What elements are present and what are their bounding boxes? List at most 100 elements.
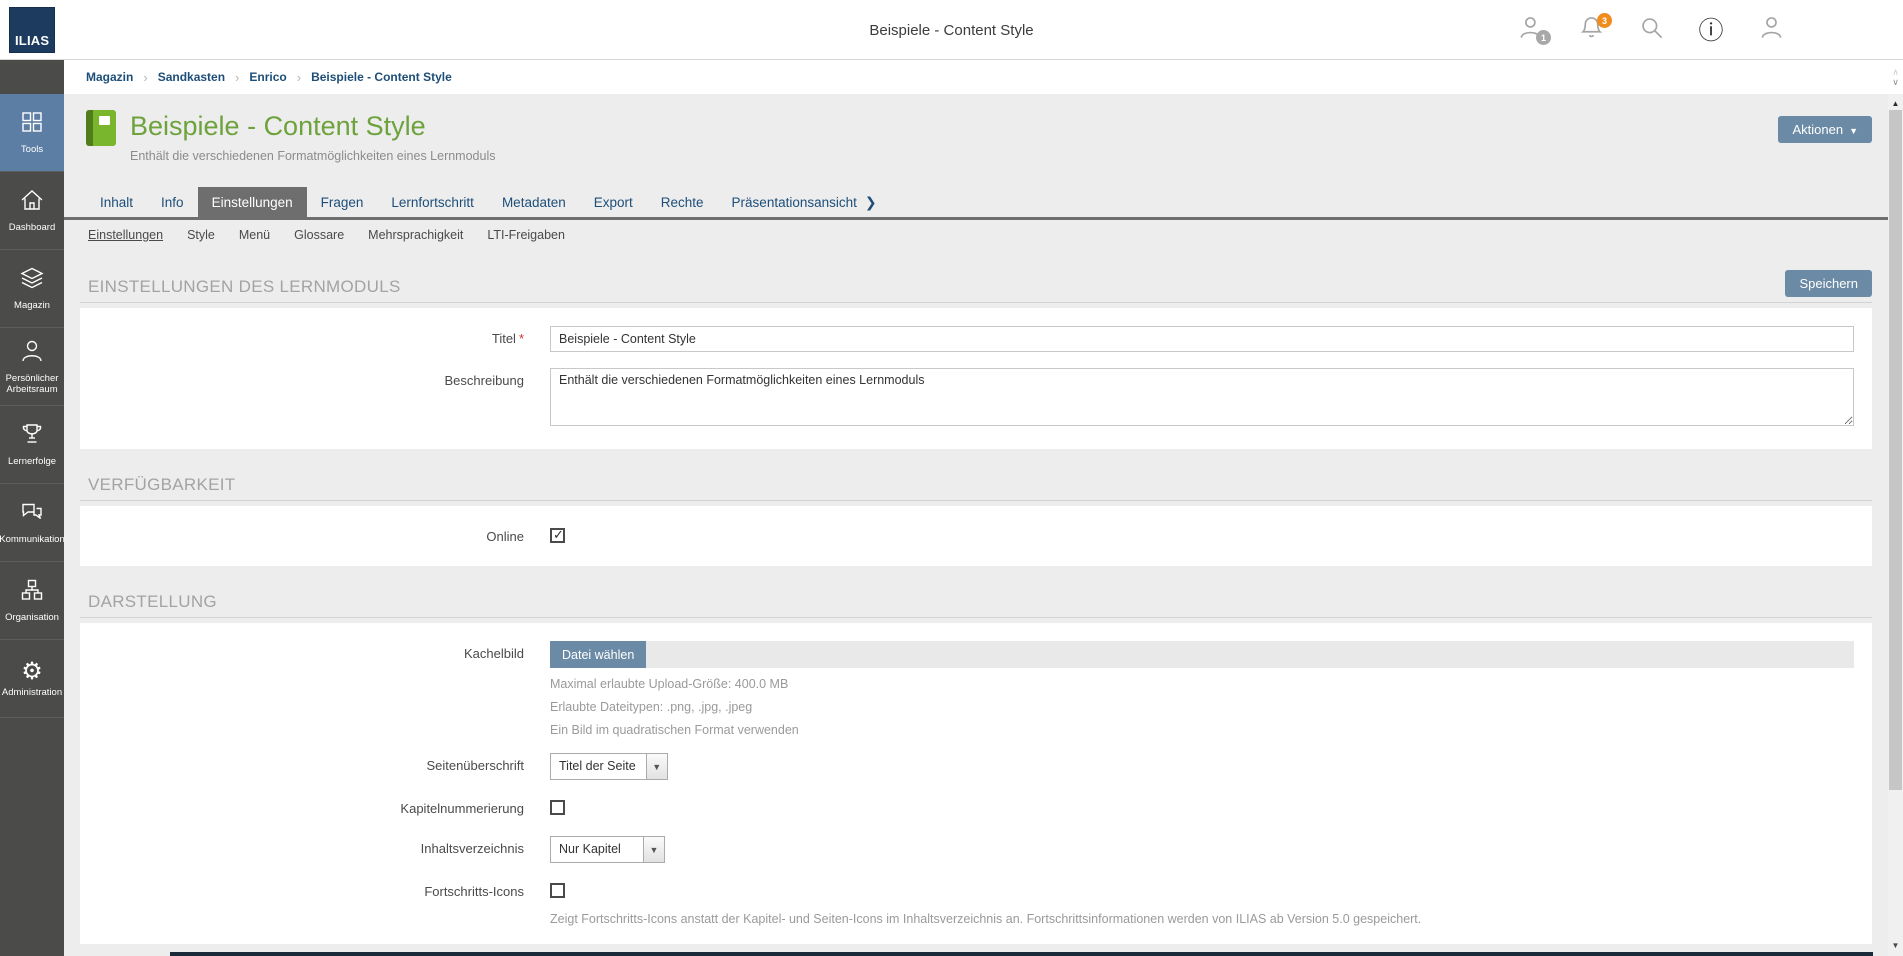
kapitelnummerierung-row: Kapitelnummerierung [94,796,1872,820]
tab-fragen[interactable]: Fragen [307,187,378,217]
subtab-glossare[interactable]: Glossare [294,228,344,244]
subtab-einstellungen[interactable]: Einstellungen [88,228,163,244]
org-chart-icon [19,577,45,608]
panel-darstellung: Kachelbild Datei wählen Maximal erlaubte… [80,623,1872,944]
panel-verfuegbarkeit: Online [80,506,1872,566]
subtab-bar: Einstellungen Style Menü Glossare Mehrsp… [64,220,1888,244]
chevron-right-icon: › [297,70,301,85]
required-mark: * [519,331,524,346]
mini-scroll-buttons[interactable]: ∧ ∨ [1888,60,1903,94]
upload-size-hint: Maximal erlaubte Upload-Größe: 400.0 MB [550,677,1854,691]
scrollbar-down-icon[interactable]: ▼ [1888,938,1903,952]
beschreibung-row: Beschreibung Enthält die verschiedenen F… [94,368,1872,431]
scrollbar-thumb[interactable] [1889,110,1902,790]
chevron-right-icon: › [143,70,147,85]
sidebar-item-persoenlicher-arbeitsraum[interactable]: Persönlicher Arbeitsraum [0,328,64,406]
fortschritts-icons-label: Fortschritts-Icons [94,879,550,899]
sidebar-item-kommunikation[interactable]: Kommunikation [0,484,64,562]
info-icon: ⓘ [1698,18,1723,43]
user-icon [1758,14,1785,46]
tab-praesentationsansicht[interactable]: Präsentationsansicht ❯ [718,187,891,217]
user-menu-button[interactable] [1757,16,1785,44]
titel-input[interactable] [550,326,1854,352]
subtab-style[interactable]: Style [187,228,215,244]
sidebar-item-administration[interactable]: ⚙ Administration [0,640,64,718]
tab-inhalt[interactable]: Inhalt [86,187,147,217]
section-lernmodul-header: EINSTELLUNGEN DES LERNMODULS Speichern [80,270,1872,303]
chevron-right-icon: › [235,70,239,85]
gear-icon: ⚙ [21,659,43,683]
titel-label: Titel* [94,326,550,346]
search-icon [1638,14,1665,46]
tab-rechte[interactable]: Rechte [647,187,718,217]
breadcrumb-sandkasten[interactable]: Sandkasten [158,70,225,84]
square-format-hint: Ein Bild im quadratischen Format verwend… [550,723,1854,737]
file-input-bar[interactable] [646,641,1854,668]
tab-info[interactable]: Info [147,187,198,217]
scrollbar-up-icon[interactable]: ▲ [1888,96,1903,110]
house-icon [19,187,45,218]
bottom-divider [170,952,1873,956]
sidebar-item-dashboard[interactable]: Dashboard [0,172,64,250]
trophy-icon [19,421,45,452]
sidebar-label: Persönlicher Arbeitsraum [0,374,64,396]
arrow-right-icon: ❯ [865,194,877,211]
online-checkbox[interactable] [550,528,565,543]
breadcrumb-current[interactable]: Beispiele - Content Style [311,70,452,84]
seitenueberschrift-select[interactable]: Titel der Seite ▼ [550,753,668,780]
beschreibung-textarea[interactable]: Enthält die verschiedenen Formatmöglichk… [550,368,1854,426]
speichern-button[interactable]: Speichern [1785,270,1872,297]
seitenueberschrift-row: Seitenüberschrift Titel der Seite ▼ [94,753,1872,780]
who-is-online-button[interactable]: 1 [1517,16,1545,44]
kachelbild-row: Kachelbild Datei wählen Maximal erlaubte… [94,641,1872,737]
sidebar-item-lernerfolge[interactable]: Lernerfolge [0,406,64,484]
page-description: Enthält die verschiedenen Formatmöglichk… [130,149,495,163]
chevron-down-icon: ▼ [643,837,664,862]
tab-einstellungen[interactable]: Einstellungen [198,187,307,217]
fortschritts-icons-checkbox[interactable] [550,883,565,898]
fortschritts-icons-row: Fortschritts-Icons Zeigt Fortschritts-Ic… [94,879,1872,926]
main-sidebar: Tools Dashboard Magazin Persönlicher Arb… [0,60,64,956]
subtab-menue[interactable]: Menü [239,228,270,244]
aktionen-button[interactable]: Aktionen▼ [1778,116,1872,143]
sidebar-label: Lernerfolge [6,457,58,468]
sidebar-item-magazin[interactable]: Magazin [0,250,64,328]
breadcrumb-magazin[interactable]: Magazin [86,70,133,84]
sidebar-item-tools[interactable]: Tools [0,94,64,172]
tab-metadaten[interactable]: Metadaten [488,187,580,217]
section-title: DARSTELLUNG [88,592,217,612]
section-title: VERFÜGBARKEIT [88,475,235,495]
chevron-down-icon: ▼ [646,754,667,779]
inhaltsverzeichnis-select[interactable]: Nur Kapitel ▼ [550,836,665,863]
online-row: Online [94,524,1872,548]
sidebar-label: Tools [19,145,45,156]
kapitelnummerierung-checkbox[interactable] [550,800,565,815]
sidebar-label: Administration [0,688,64,699]
subtab-mehrsprachigkeit[interactable]: Mehrsprachigkeit [368,228,463,244]
scrollbar-track[interactable]: ▲ ▼ [1888,94,1903,956]
sidebar-label: Magazin [12,301,52,312]
tools-grid-icon [19,109,45,140]
help-button[interactable]: ⓘ [1697,16,1725,44]
scroll-rail: ∧ ∨ ▲ ▼ [1888,60,1903,956]
subtab-lti-freigaben[interactable]: LTI-Freigaben [487,228,565,244]
titel-row: Titel* [94,326,1872,352]
fortschritts-icons-hint: Zeigt Fortschritts-Icons anstatt der Kap… [550,912,1854,926]
tab-export[interactable]: Export [580,187,647,217]
search-button[interactable] [1637,16,1665,44]
notifications-badge: 3 [1597,13,1612,28]
breadcrumb-enrico[interactable]: Enrico [249,70,286,84]
notifications-button[interactable]: 3 [1577,16,1605,44]
inhaltsverzeichnis-label: Inhaltsverzeichnis [94,836,550,856]
kachelbild-file-input[interactable]: Datei wählen [550,641,1854,668]
mini-scroll-up-icon: ∧ [1892,67,1899,77]
section-darstellung-header: DARSTELLUNG [80,592,1872,618]
seitenueberschrift-label: Seitenüberschrift [94,753,550,773]
sidebar-item-organisation[interactable]: Organisation [0,562,64,640]
tab-lernfortschritt[interactable]: Lernfortschritt [377,187,488,217]
beschreibung-label: Beschreibung [94,368,550,388]
online-label: Online [94,524,550,544]
learning-module-icon [86,110,116,146]
datei-waehlen-button[interactable]: Datei wählen [550,641,646,668]
sidebar-label: Organisation [3,613,61,624]
